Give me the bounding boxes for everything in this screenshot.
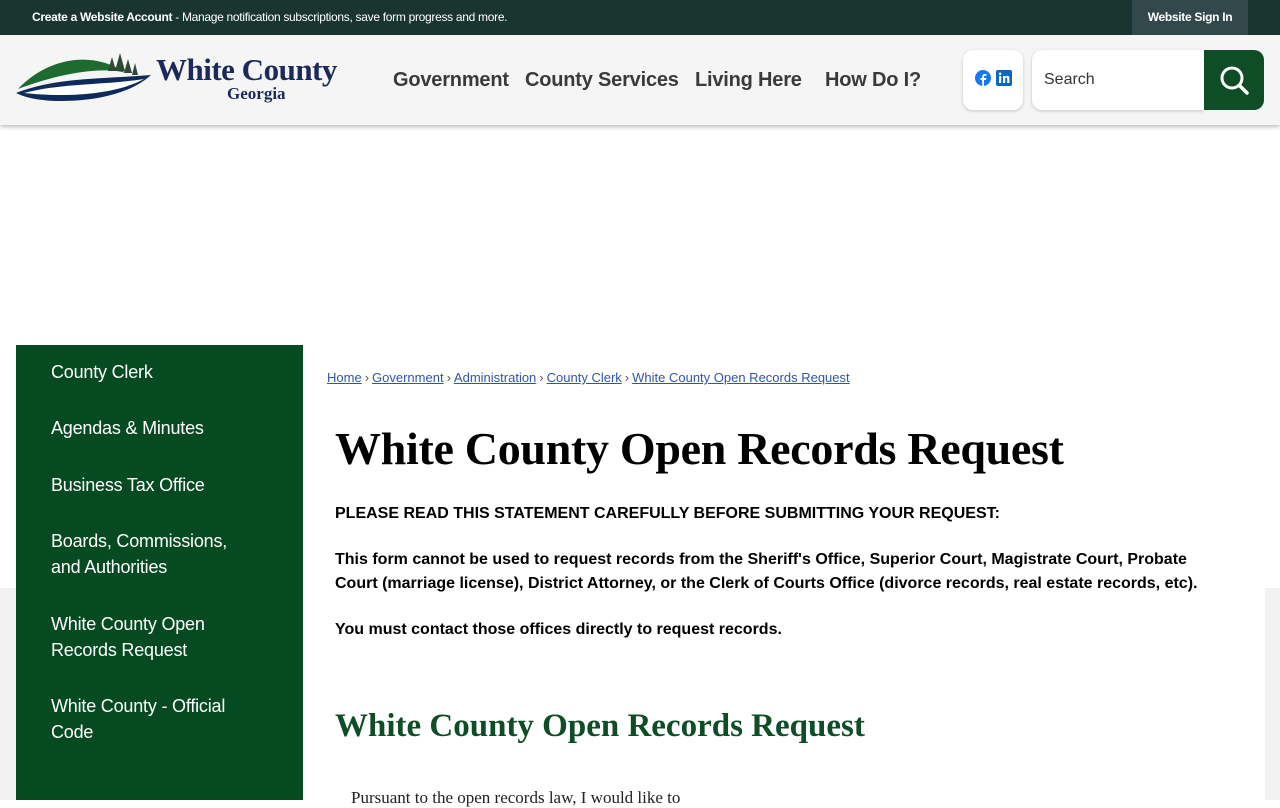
page-background-left (0, 588, 16, 800)
form-lead-text: Pursuant to the open records law, I woul… (351, 788, 681, 807)
search-icon (1220, 66, 1249, 95)
breadcrumb-separator: › (364, 370, 370, 385)
create-account-label[interactable]: Create a Website Account (32, 10, 172, 24)
breadcrumb-administration[interactable]: Administration (454, 370, 536, 385)
create-account-description: - Manage notification subscriptions, sav… (172, 10, 508, 24)
site-logo[interactable]: White County Georgia (16, 49, 361, 111)
logo-mark-icon (16, 53, 151, 101)
breadcrumb-separator: › (539, 370, 544, 385)
statement-contact: You must contact those offices directly … (335, 621, 782, 638)
breadcrumb-county-clerk[interactable]: County Clerk (547, 370, 622, 385)
top-bar: Create a Website Account - Manage notifi… (0, 0, 1280, 35)
social-links (963, 50, 1023, 110)
breadcrumb-separator: › (624, 370, 630, 385)
breadcrumb: Home › Government › Administration › County Cl… (327, 370, 850, 385)
site-header: White County Georgia Government County S… (0, 35, 1280, 125)
search-input[interactable] (1042, 68, 1196, 92)
linkedin-icon[interactable] (996, 70, 1012, 86)
page-title: White County Open Records Request (335, 423, 1064, 474)
breadcrumb-open-records-request[interactable]: White County Open Records Request (632, 370, 850, 385)
statement-body: This form cannot be used to request reco… (335, 551, 1198, 592)
nav-county-services[interactable]: County Services (525, 69, 679, 92)
search-button[interactable] (1204, 50, 1264, 110)
sidebar-nav: County Clerk Agendas & Minutes Business … (16, 345, 303, 800)
facebook-icon[interactable] (975, 70, 991, 86)
sidebar-item-official-code[interactable]: White County - Official Code (51, 693, 241, 745)
breadcrumb-separator: › (446, 370, 451, 385)
create-account-link[interactable]: Create a Website Account - Manage notifi… (32, 0, 508, 35)
sign-in-button[interactable]: Website Sign In (1132, 0, 1248, 35)
sidebar-item-business-tax-office[interactable]: Business Tax Office (51, 472, 261, 498)
form-title: White County Open Records Request (335, 708, 865, 744)
logo-title: White County (156, 52, 337, 87)
logo-subtitle: Georgia (227, 84, 286, 103)
nav-how-do-i[interactable]: How Do I? (825, 69, 921, 92)
sidebar-item-county-clerk[interactable]: County Clerk (51, 359, 261, 385)
search-box (1032, 50, 1204, 110)
sidebar-item-boards-commissions[interactable]: Boards, Commissions, and Authorities (51, 528, 251, 580)
page-background-right (1265, 588, 1280, 800)
statement-heading: PLEASE READ THIS STATEMENT CAREFULLY BEF… (335, 505, 1000, 522)
nav-living-here[interactable]: Living Here (695, 69, 802, 92)
breadcrumb-home[interactable]: Home (327, 370, 362, 385)
breadcrumb-government[interactable]: Government (372, 370, 444, 385)
sidebar-item-agendas-minutes[interactable]: Agendas & Minutes (51, 415, 261, 441)
nav-government[interactable]: Government (393, 69, 509, 92)
sidebar-item-open-records-request[interactable]: White County Open Records Request (51, 611, 221, 663)
